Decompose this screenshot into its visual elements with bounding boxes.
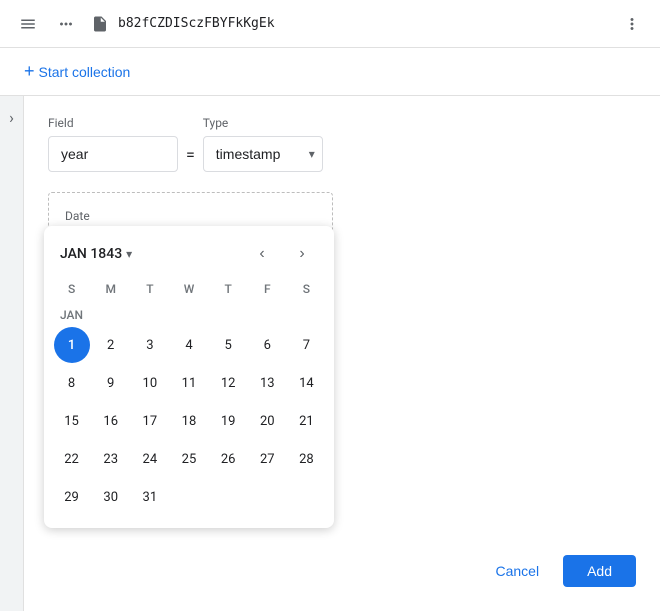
start-collection-button[interactable]: + Start collection (16, 55, 138, 88)
equals-sign: = (186, 145, 195, 164)
more-vert-icon[interactable] (50, 8, 82, 40)
calendar-day[interactable]: 25 (171, 441, 207, 477)
calendar-popup: JAN 1843 ▾ ‹ › S M T W T (44, 226, 334, 528)
field-input[interactable] (48, 136, 178, 172)
type-label: Type (203, 116, 323, 130)
dropdown-chevron-icon: ▾ (126, 247, 132, 261)
calendar-day[interactable]: 18 (171, 403, 207, 439)
cancel-button[interactable]: Cancel (479, 555, 555, 587)
calendar-day[interactable]: 8 (54, 365, 90, 401)
calendar-body: JAN 123456789101112131415161718192021222… (44, 304, 334, 528)
form-area: Field = Type timestamp string number boo… (24, 96, 660, 611)
calendar-nav: ‹ › (246, 238, 318, 270)
calendar-day[interactable]: 15 (54, 403, 90, 439)
calendar-day[interactable]: 31 (132, 479, 168, 515)
weekday-tue: T (130, 278, 169, 300)
calendar-day[interactable]: 11 (171, 365, 207, 401)
top-bar-icons (12, 8, 82, 40)
start-collection-label: Start collection (39, 64, 131, 80)
weekday-headers: S M T W T F S (44, 278, 334, 300)
field-label: Field (48, 116, 178, 130)
plus-icon: + (24, 61, 35, 82)
chevron-right-icon: › (9, 108, 14, 127)
sidebar-collapse-arrow[interactable]: › (0, 96, 24, 611)
calendar-day[interactable]: 3 (132, 327, 168, 363)
type-select-wrapper: timestamp string number boolean map arra… (203, 136, 323, 172)
collection-bar: + Start collection (0, 48, 660, 96)
main-content: › Field = Type timestamp string number b… (0, 96, 660, 611)
weekday-sun: S (52, 278, 91, 300)
calendar-day[interactable]: 23 (93, 441, 129, 477)
calendar-day[interactable]: 10 (132, 365, 168, 401)
calendar-day[interactable]: 2 (93, 327, 129, 363)
chevron-left-icon: ‹ (259, 245, 264, 263)
calendar-day[interactable]: 29 (54, 479, 90, 515)
calendar-day[interactable]: 5 (210, 327, 246, 363)
calendar-day[interactable]: 30 (93, 479, 129, 515)
date-label: Date (65, 209, 316, 223)
calendar-day[interactable]: 27 (249, 441, 285, 477)
calendar-day[interactable]: 16 (93, 403, 129, 439)
month-year-label: JAN 1843 (60, 246, 122, 262)
calendar-day[interactable]: 12 (210, 365, 246, 401)
calendar-day[interactable]: 9 (93, 365, 129, 401)
calendar-day[interactable]: 20 (249, 403, 285, 439)
calendar-grid: 1234567891011121314151617181920212223242… (52, 326, 326, 516)
calendar-day[interactable]: 19 (210, 403, 246, 439)
month-year-selector[interactable]: JAN 1843 ▾ (60, 246, 132, 262)
calendar-day[interactable]: 17 (132, 403, 168, 439)
document-icon (90, 14, 110, 34)
tab-title: b82fCZDISczFBYFkKgEk (118, 16, 608, 31)
chevron-right-icon: › (299, 245, 304, 263)
next-month-button[interactable]: › (286, 238, 318, 270)
calendar-day[interactable]: 21 (288, 403, 324, 439)
weekday-fri: F (248, 278, 287, 300)
calendar-day[interactable]: 7 (288, 327, 324, 363)
calendar-day[interactable]: 6 (249, 327, 285, 363)
weekday-thu: T (209, 278, 248, 300)
calendar-day[interactable]: 4 (171, 327, 207, 363)
calendar-header: JAN 1843 ▾ ‹ › (44, 226, 334, 278)
calendar-day[interactable]: 14 (288, 365, 324, 401)
action-buttons: Cancel Add (479, 555, 636, 587)
calendar-day[interactable]: 13 (249, 365, 285, 401)
calendar-day[interactable]: 22 (54, 441, 90, 477)
weekday-wed: W (169, 278, 208, 300)
prev-month-button[interactable]: ‹ (246, 238, 278, 270)
overflow-menu-icon[interactable] (616, 8, 648, 40)
type-select[interactable]: timestamp string number boolean map arra… (203, 136, 323, 172)
add-button[interactable]: Add (563, 555, 636, 587)
weekday-mon: M (91, 278, 130, 300)
weekday-sat: S (287, 278, 326, 300)
menu-icon[interactable] (12, 8, 44, 40)
calendar-day[interactable]: 26 (210, 441, 246, 477)
top-bar: b82fCZDISczFBYFkKgEk (0, 0, 660, 48)
calendar-day[interactable]: 24 (132, 441, 168, 477)
calendar-day[interactable]: 1 (54, 327, 90, 363)
calendar-month-label: JAN (52, 304, 326, 326)
calendar-day[interactable]: 28 (288, 441, 324, 477)
